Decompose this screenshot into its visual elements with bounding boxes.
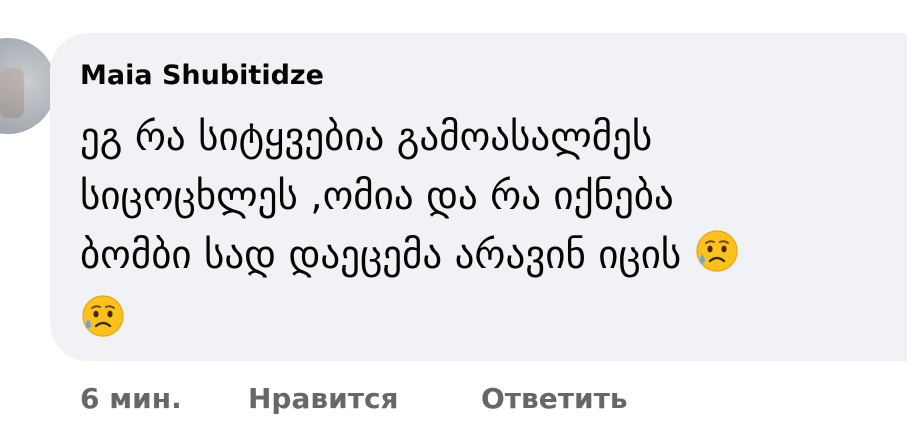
sad-but-relieved-face-icon — [80, 293, 126, 356]
comment-author[interactable]: Maia Shubitidze — [80, 60, 324, 91]
avatar-photo-detail — [0, 68, 24, 118]
comment-text: ეგ რა სიტყვებია გამოასალმეს სიცოცხლეს ,ო… — [80, 115, 682, 278]
sad-but-relieved-face-icon — [694, 228, 740, 291]
avatar[interactable] — [0, 38, 56, 134]
comment-text-block: ეგ რა სიტყვებია გამოასალმეს სიცოცხლეს ,ო… — [80, 108, 900, 356]
reply-button[interactable]: Ответить — [481, 382, 628, 415]
like-button[interactable]: Нравится — [248, 382, 399, 415]
comment-timestamp[interactable]: 6 мин. — [80, 382, 182, 415]
